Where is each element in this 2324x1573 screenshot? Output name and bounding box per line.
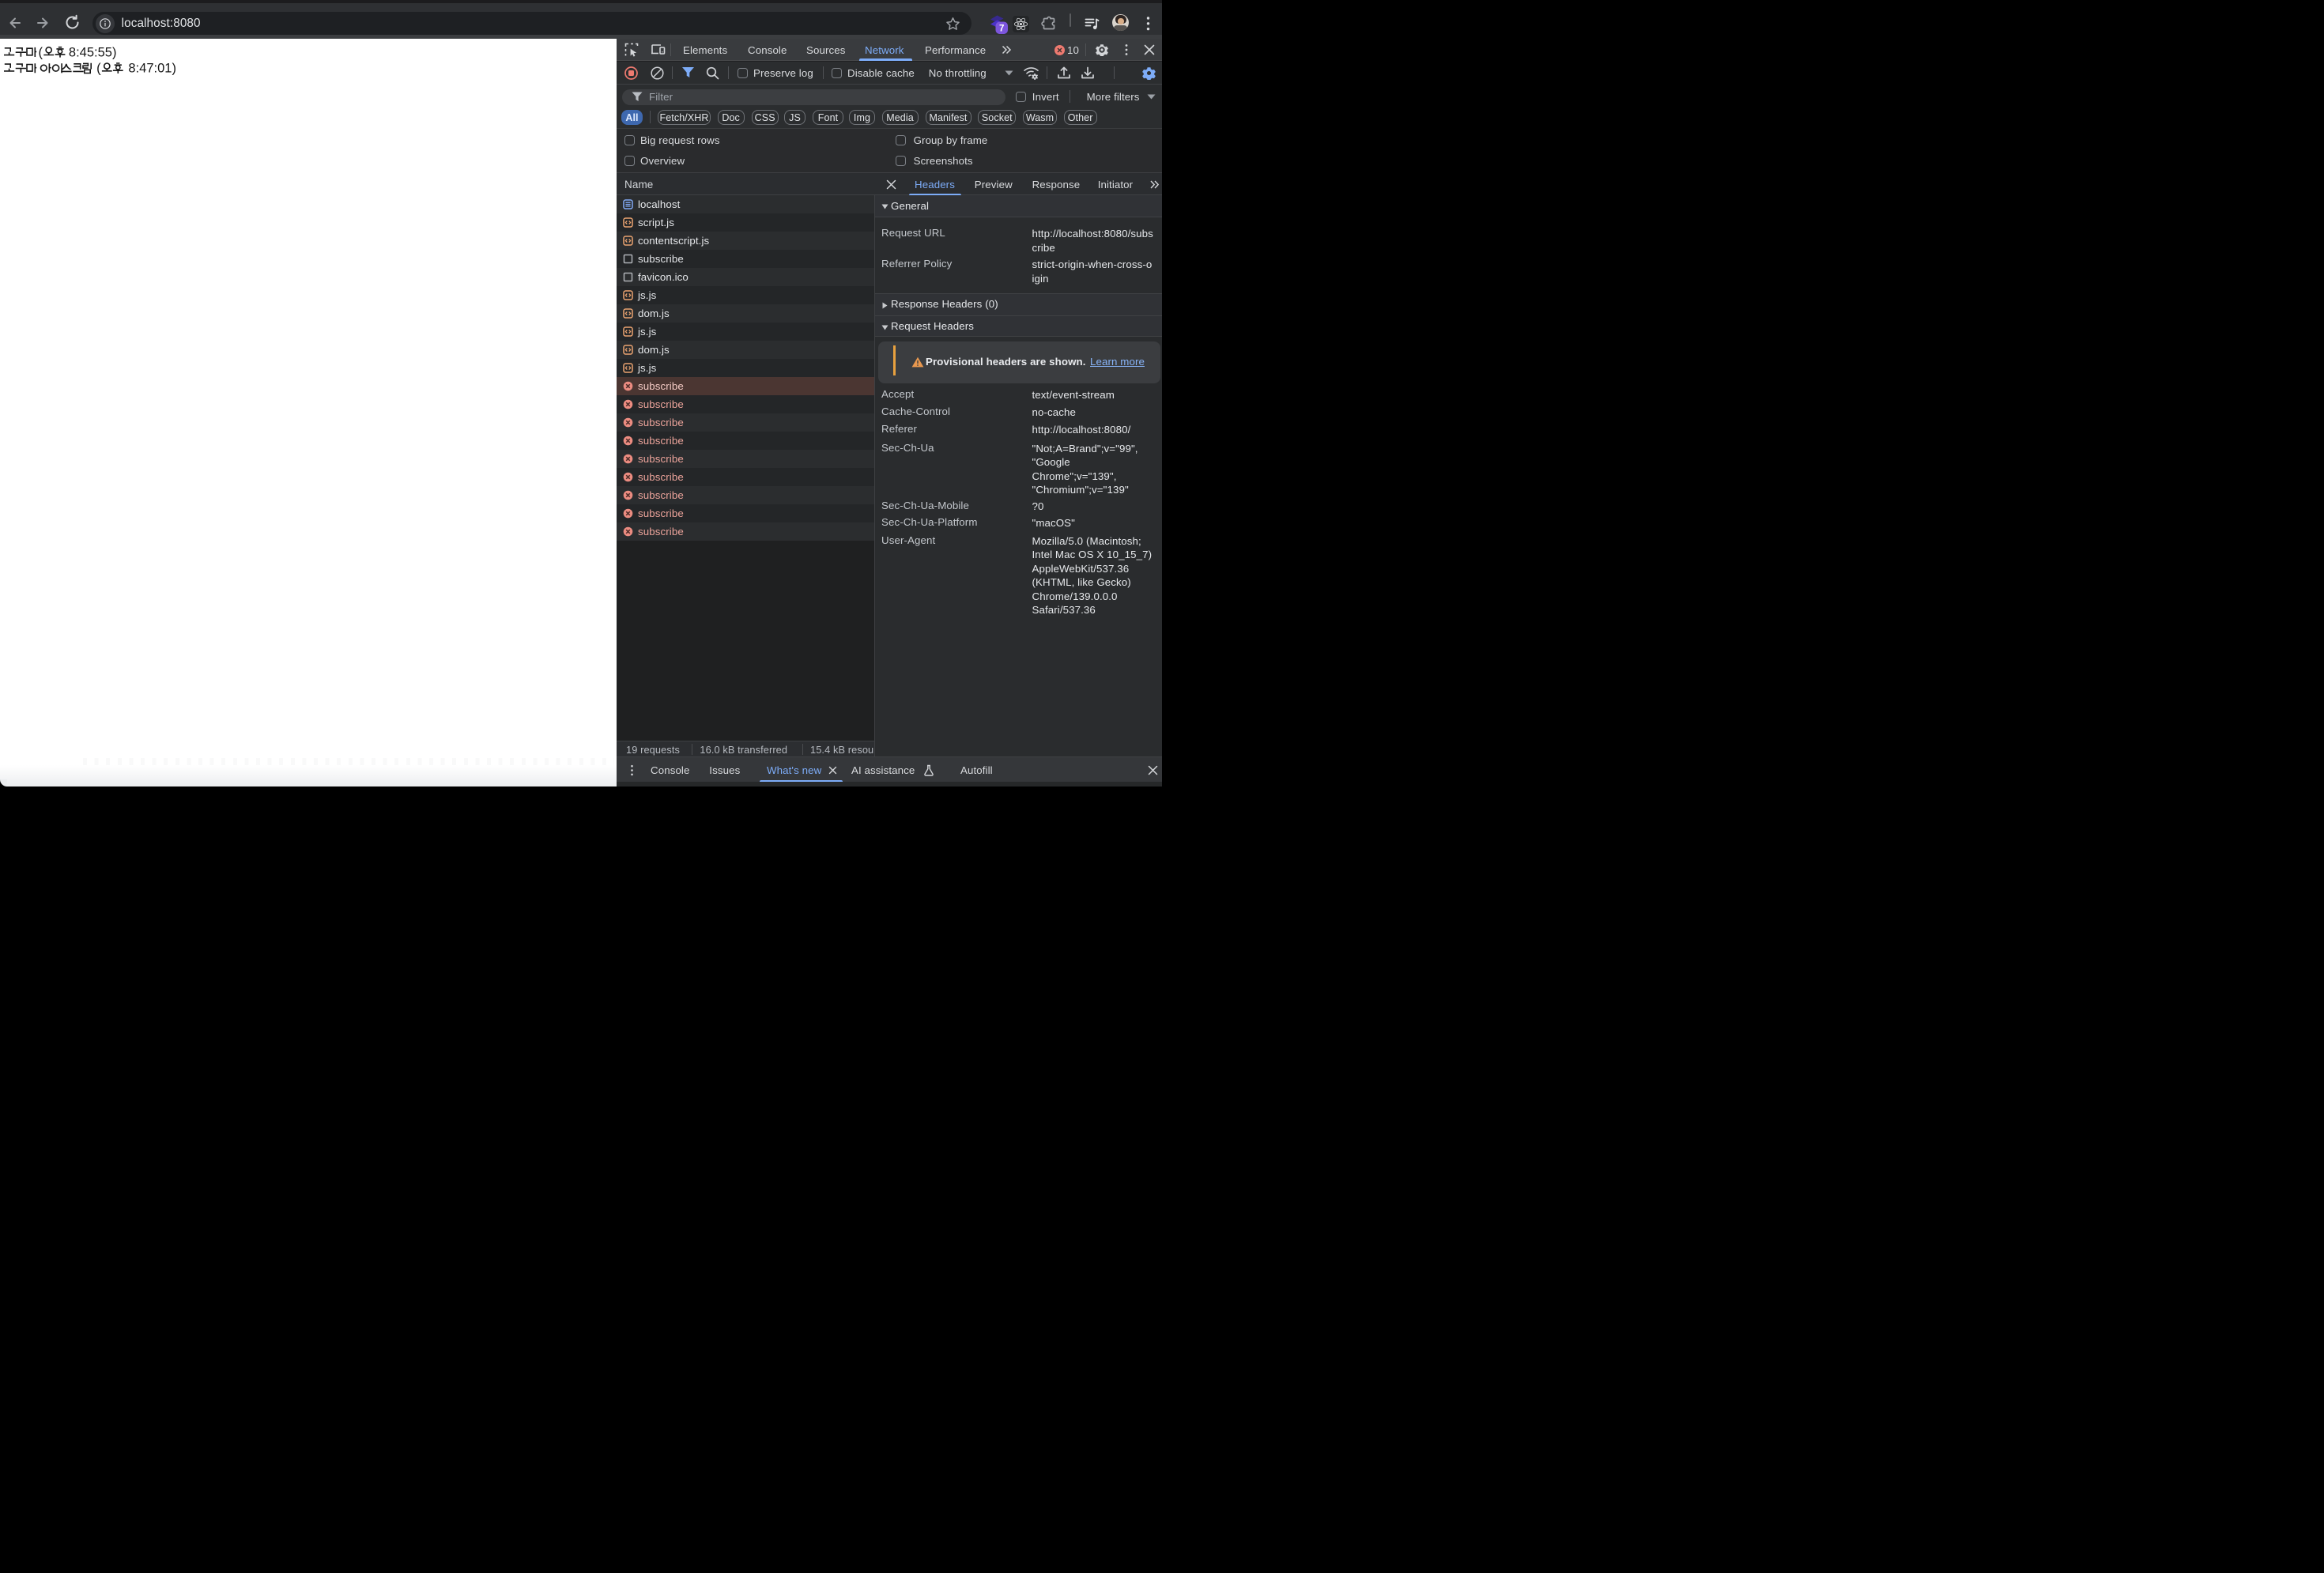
svg-text:8:45:55): 8:45:55) bbox=[69, 46, 117, 60]
svg-text:(: ( bbox=[39, 46, 43, 60]
svg-text:7: 7 bbox=[999, 25, 1004, 34]
svg-text:(: ( bbox=[96, 62, 101, 76]
svg-text:8:47:01): 8:47:01) bbox=[128, 62, 176, 76]
